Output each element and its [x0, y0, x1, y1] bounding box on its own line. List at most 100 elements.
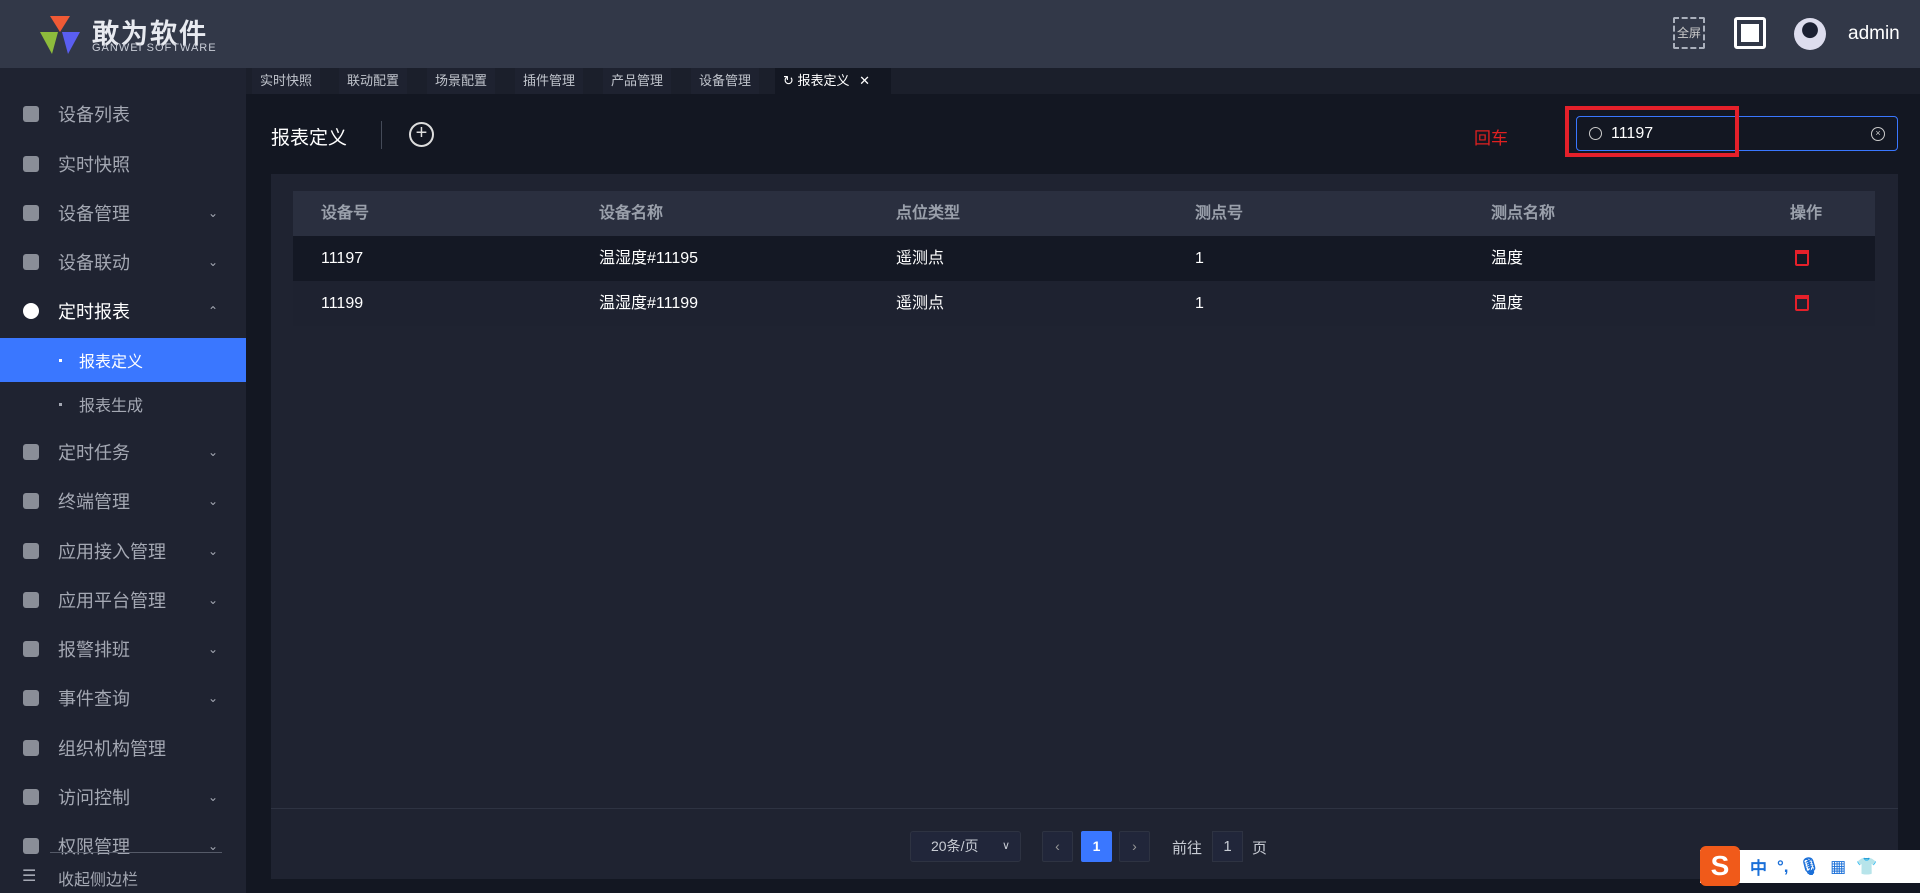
tab-label: 设备管理: [699, 73, 752, 88]
table-cell: 温湿度#11199: [599, 295, 699, 312]
avatar[interactable]: [1794, 18, 1826, 50]
tab-item[interactable]: 实时快照: [252, 68, 321, 94]
sidebar-item[interactable]: 权限管理 ⌄: [0, 824, 246, 868]
username[interactable]: admin: [1848, 23, 1900, 45]
divider: [381, 121, 382, 149]
tab-item[interactable]: 场景配置: [427, 68, 496, 94]
sidebar-item-label: 终端管理: [58, 492, 130, 512]
sidebar-item[interactable]: 设备联动 ⌄: [0, 240, 246, 284]
table-cell: 1: [1195, 295, 1204, 312]
sidebar-item-label: 事件查询: [58, 689, 130, 709]
sidebar-item[interactable]: 组织机构管理: [0, 726, 246, 770]
sidebar-item-label: 权限管理: [58, 837, 130, 857]
refresh-icon[interactable]: ↻: [783, 73, 798, 88]
sidebar-item-label: 应用接入管理: [58, 542, 166, 562]
tab-bar: 实时快照 联动配置 场景配置 插件管理 产品管理 设备管理 ↻ 报表定义 ✕: [246, 68, 1920, 94]
tab-item[interactable]: ↻ 报表定义 ✕: [775, 68, 891, 94]
close-icon[interactable]: ✕: [859, 73, 870, 88]
chevron-icon: ⌄: [208, 255, 219, 269]
column-header: 设备号: [321, 205, 370, 222]
mic-icon[interactable]: 🎙: [1799, 857, 1821, 877]
table-row: 11199 温湿度#11199 遥测点 1 温度: [293, 281, 1875, 326]
keyboard-icon[interactable]: ▦: [1830, 857, 1846, 877]
delete-icon[interactable]: [1795, 295, 1809, 311]
divider: [271, 808, 1898, 809]
monitor-icon: [23, 106, 39, 122]
sidebar-item-label: 设备管理: [58, 204, 130, 224]
tab-item[interactable]: 产品管理: [603, 68, 672, 94]
sidebar-item[interactable]: 应用平台管理 ⌄: [0, 578, 246, 622]
table-cell: 1: [1195, 250, 1204, 267]
sidebar-item-label: 访问控制: [58, 788, 130, 808]
maximize-icon[interactable]: [1734, 17, 1766, 49]
tab-item[interactable]: 插件管理: [515, 68, 584, 94]
table-cell: 11197: [321, 250, 364, 267]
door-icon: [23, 789, 39, 805]
tab-label: 联动配置: [347, 73, 400, 88]
sidebar-item-label: 组织机构管理: [58, 739, 166, 759]
next-page-button[interactable]: ›: [1119, 831, 1150, 862]
ime-lang[interactable]: 中: [1750, 854, 1767, 879]
collapse-sidebar-button[interactable]: ☰ 收起侧边栏: [0, 866, 246, 890]
add-button[interactable]: +: [409, 122, 434, 147]
chevron-icon: ⌄: [208, 494, 219, 508]
grid-icon: [23, 205, 39, 221]
sidebar-item[interactable]: 实时快照: [0, 142, 246, 186]
page-1-button[interactable]: 1: [1081, 831, 1112, 862]
sidebar-item[interactable]: 事件查询 ⌄: [0, 676, 246, 720]
highlight-box: [1565, 106, 1739, 157]
sidebar-item[interactable]: 应用接入管理 ⌄: [0, 529, 246, 573]
ime-punct[interactable]: °,: [1777, 857, 1789, 877]
link-icon: [23, 254, 39, 270]
sidebar: 设备列表 实时快照 设备管理 ⌄ 设备联动 ⌄ 定时报表 ⌃ 定时任务 ⌄ 终端管理 ⌄ 应用接入管理 ⌄…: [0, 68, 246, 893]
search-doc-icon: [23, 690, 39, 706]
camera-icon: [23, 156, 39, 172]
prev-page-button[interactable]: ‹: [1042, 831, 1073, 862]
fullscreen-icon[interactable]: 全屏: [1673, 17, 1705, 49]
chevron-icon: ⌃: [208, 304, 219, 318]
sogou-logo-icon: S: [1700, 846, 1740, 886]
goto-label: 前往: [1172, 840, 1203, 857]
sidebar-item-label: 应用平台管理: [58, 591, 166, 611]
clear-icon[interactable]: ×: [1871, 127, 1885, 141]
table-cell: 温湿度#11195: [599, 250, 699, 267]
table-header: 设备号 设备名称 点位类型 测点号 测点名称 操作: [293, 191, 1875, 236]
sidebar-subitem[interactable]: 报表定义: [0, 338, 246, 382]
sidebar-item[interactable]: 报警排班 ⌄: [0, 627, 246, 671]
data-table: 设备号 设备名称 点位类型 测点号 测点名称 操作 11197 温湿度#11195 遥测点 1 温度…: [293, 191, 1875, 326]
sidebar-item[interactable]: 访问控制 ⌄: [0, 775, 246, 819]
sidebar-item-label: 报警排班: [58, 640, 130, 660]
tab-label: 产品管理: [611, 73, 664, 88]
chevron-icon: ⌄: [208, 642, 219, 656]
chevron-icon: ⌄: [208, 839, 219, 853]
table-cell: 温度: [1491, 295, 1524, 312]
sidebar-item[interactable]: 设备列表: [0, 92, 246, 136]
brand-subtitle: GANWEI SOFTWARE: [92, 42, 217, 54]
chevron-icon: ⌄: [208, 206, 219, 220]
column-header: 测点号: [1195, 205, 1244, 222]
tab-item[interactable]: 设备管理: [691, 68, 760, 94]
enter-hint: 回车: [1474, 129, 1508, 148]
sidebar-item[interactable]: 设备管理 ⌄: [0, 191, 246, 235]
delete-icon[interactable]: [1795, 250, 1809, 266]
table-cell: 遥测点: [896, 295, 945, 312]
column-header: 测点名称: [1491, 205, 1556, 222]
ganwei-logo-icon: [40, 16, 80, 54]
sidebar-item-label: 定时报表: [58, 302, 130, 322]
page-size-select[interactable]: 20条/页 ∨: [910, 831, 1021, 862]
sidebar-subitem-label: 报表生成: [79, 398, 144, 415]
page-size-value: 20条/页: [931, 838, 979, 854]
skin-icon[interactable]: 👕: [1856, 857, 1877, 877]
ime-toolbar[interactable]: S 中 °, 🎙 ▦ 👕: [1700, 846, 1920, 886]
column-header: 操作: [1790, 205, 1823, 222]
sidebar-item[interactable]: 定时报表 ⌃: [0, 289, 246, 333]
tab-item[interactable]: 联动配置: [339, 68, 408, 94]
chevron-down-icon: ∨: [1001, 840, 1010, 852]
sidebar-item[interactable]: 终端管理 ⌄: [0, 479, 246, 523]
tab-label: 场景配置: [435, 73, 488, 88]
goto-page-input[interactable]: [1212, 831, 1243, 862]
sidebar-subitem[interactable]: 报表生成: [0, 382, 246, 426]
task-icon: [23, 444, 39, 460]
sidebar-item[interactable]: 定时任务 ⌄: [0, 430, 246, 474]
table-cell: 温度: [1491, 250, 1524, 267]
